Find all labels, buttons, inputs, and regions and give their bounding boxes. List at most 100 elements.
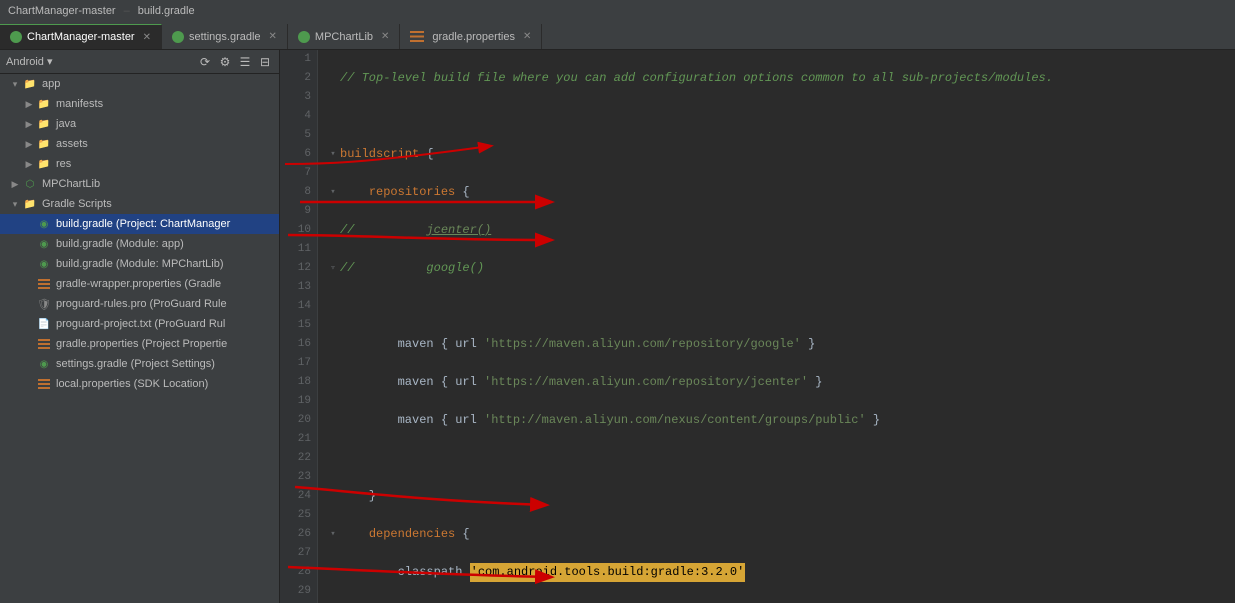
tab-chartmanager-label: ChartManager-master bbox=[27, 31, 135, 43]
sidebar-item-proguard-project[interactable]: 📄 proguard-project.txt (ProGuard Rul bbox=[0, 314, 279, 334]
sidebar-item-manifests[interactable]: ▶ 📁 manifests bbox=[0, 94, 279, 114]
code-line-2 bbox=[326, 107, 1235, 126]
collapse-arrow: ▾ bbox=[8, 199, 22, 210]
tab-mpchartlib[interactable]: MPChartLib ✕ bbox=[288, 24, 400, 49]
line-numbers: 12345 678910 1112131415 1617181920 21222… bbox=[280, 50, 318, 603]
sidebar-item-label: res bbox=[56, 158, 71, 170]
code-line-6: ▿// google() bbox=[326, 259, 1235, 278]
code-line-11 bbox=[326, 449, 1235, 468]
collapse-arrow: ▶ bbox=[22, 99, 36, 110]
settings-gradle-icon bbox=[172, 31, 184, 43]
tab-mpchartlib-label: MPChartLib bbox=[315, 31, 373, 43]
sidebar: Android ▾ ⟳ ⚙ ☰ ⊟ ▾ 📁 app ▶ 📁 manifests … bbox=[0, 50, 280, 603]
code-line-4: ▾ repositories { bbox=[326, 183, 1235, 202]
tab-bar: ChartManager-master ✕ settings.gradle ✕ … bbox=[0, 22, 1235, 50]
code-line-13: ▾ dependencies { bbox=[326, 525, 1235, 544]
title-project: ChartManager-master bbox=[8, 5, 116, 17]
sidebar-item-build-gradle-mp[interactable]: ◉ build.gradle (Module: MPChartLib) bbox=[0, 254, 279, 274]
gradle-icon bbox=[10, 31, 22, 43]
main-area: Android ▾ ⟳ ⚙ ☰ ⊟ ▾ 📁 app ▶ 📁 manifests … bbox=[0, 50, 1235, 603]
properties-icon bbox=[36, 277, 52, 291]
properties-icon bbox=[36, 377, 52, 391]
sidebar-item-gradle-scripts[interactable]: ▾ 📁 Gradle Scripts bbox=[0, 194, 279, 214]
sidebar-item-mpchartlib[interactable]: ▶ ⬡ MPChartLib bbox=[0, 174, 279, 194]
code-line-8: maven { url 'https://maven.aliyun.com/re… bbox=[326, 335, 1235, 354]
gradle-file-icon: ◉ bbox=[36, 357, 52, 371]
code-line-7 bbox=[326, 297, 1235, 316]
fold-3[interactable]: ▾ bbox=[326, 145, 340, 164]
sidebar-item-label: assets bbox=[56, 138, 88, 150]
tab-close-icon[interactable]: ✕ bbox=[143, 32, 151, 43]
sidebar-item-label: manifests bbox=[56, 98, 103, 110]
collapse-arrow: ▶ bbox=[22, 139, 36, 150]
fold-4[interactable]: ▾ bbox=[326, 183, 340, 202]
tab-close-icon[interactable]: ✕ bbox=[523, 31, 531, 42]
tab-close-icon[interactable]: ✕ bbox=[269, 31, 277, 42]
code-editor[interactable]: // Top-level build file where you can ad… bbox=[318, 50, 1235, 603]
sidebar-item-gradle-properties[interactable]: gradle.properties (Project Propertie bbox=[0, 334, 279, 354]
sidebar-item-label: MPChartLib bbox=[42, 178, 100, 190]
sidebar-item-label: app bbox=[42, 78, 60, 90]
sidebar-item-local-properties[interactable]: local.properties (SDK Location) bbox=[0, 374, 279, 394]
folder-icon: 📁 bbox=[36, 157, 52, 171]
sidebar-item-app[interactable]: ▾ 📁 app bbox=[0, 74, 279, 94]
tab-close-icon[interactable]: ✕ bbox=[381, 31, 389, 42]
sidebar-item-proguard-rules[interactable]: 🛡 proguard-rules.pro (ProGuard Rule bbox=[0, 294, 279, 314]
code-line-12: } bbox=[326, 487, 1235, 506]
title-bar: ChartManager-master – build.gradle bbox=[0, 0, 1235, 22]
sidebar-item-build-gradle-app[interactable]: ◉ build.gradle (Module: app) bbox=[0, 234, 279, 254]
code-line-1: // Top-level build file where you can ad… bbox=[326, 69, 1235, 88]
filter-icon[interactable]: ☰ bbox=[237, 54, 253, 70]
code-line-5: // jcenter() bbox=[326, 221, 1235, 240]
properties-file-icon bbox=[410, 31, 424, 42]
properties-icon bbox=[36, 337, 52, 351]
sidebar-item-label: build.gradle (Module: MPChartLib) bbox=[56, 258, 224, 270]
folder-icon: 📁 bbox=[36, 117, 52, 131]
sidebar-item-res[interactable]: ▶ 📁 res bbox=[0, 154, 279, 174]
gradle-file-icon: ◉ bbox=[36, 237, 52, 251]
sidebar-toolbar: Android ▾ ⟳ ⚙ ☰ ⊟ bbox=[0, 50, 279, 74]
tab-gradle-properties[interactable]: gradle.properties ✕ bbox=[400, 24, 542, 49]
gradle-file-icon: ◉ bbox=[36, 257, 52, 271]
collapse-arrow: ▾ bbox=[8, 79, 22, 90]
collapse-arrow: ▶ bbox=[22, 159, 36, 170]
android-dropdown[interactable]: Android ▾ bbox=[6, 55, 53, 68]
fold-13[interactable]: ▾ bbox=[326, 525, 340, 544]
sidebar-item-label: gradle.properties (Project Propertie bbox=[56, 338, 227, 350]
collapse-arrow: ▶ bbox=[8, 179, 22, 190]
mpchartlib-icon bbox=[298, 31, 310, 43]
settings-icon[interactable]: ⚙ bbox=[217, 54, 233, 70]
sidebar-item-assets[interactable]: ▶ 📁 assets bbox=[0, 134, 279, 154]
module-icon: ⬡ bbox=[22, 177, 38, 191]
sidebar-item-settings-gradle[interactable]: ◉ settings.gradle (Project Settings) bbox=[0, 354, 279, 374]
tab-chartmanager[interactable]: ChartManager-master ✕ bbox=[0, 24, 162, 49]
folder-icon: 📁 bbox=[36, 137, 52, 151]
sidebar-item-label: Gradle Scripts bbox=[42, 198, 112, 210]
folder-icon: 📁 bbox=[22, 197, 38, 211]
folder-icon: 📁 bbox=[22, 77, 38, 91]
title-file: build.gradle bbox=[138, 5, 195, 17]
gradle-file-icon: ◉ bbox=[36, 217, 52, 231]
sidebar-item-label: proguard-rules.pro (ProGuard Rule bbox=[56, 298, 227, 310]
sidebar-item-label: java bbox=[56, 118, 76, 130]
sidebar-item-build-gradle-project[interactable]: ◉ build.gradle (Project: ChartManager bbox=[0, 214, 279, 234]
proguard-icon: 🛡 bbox=[36, 297, 52, 311]
sidebar-item-label: build.gradle (Module: app) bbox=[56, 238, 184, 250]
sync-icon[interactable]: ⟳ bbox=[197, 54, 213, 70]
code-line-10: maven { url 'http://maven.aliyun.com/nex… bbox=[326, 411, 1235, 430]
sidebar-item-java[interactable]: ▶ 📁 java bbox=[0, 114, 279, 134]
expand-icon[interactable]: ⊟ bbox=[257, 54, 273, 70]
editor-area: 12345 678910 1112131415 1617181920 21222… bbox=[280, 50, 1235, 603]
sidebar-item-label: local.properties (SDK Location) bbox=[56, 378, 208, 390]
tab-settings[interactable]: settings.gradle ✕ bbox=[162, 24, 288, 49]
fold-6[interactable]: ▿ bbox=[326, 259, 340, 278]
code-line-9: maven { url 'https://maven.aliyun.com/re… bbox=[326, 373, 1235, 392]
tab-settings-label: settings.gradle bbox=[189, 31, 261, 43]
code-line-14: classpath 'com.android.tools.build:gradl… bbox=[326, 563, 1235, 582]
txt-file-icon: 📄 bbox=[36, 317, 52, 331]
sidebar-item-label: gradle-wrapper.properties (Gradle bbox=[56, 278, 221, 290]
sidebar-item-label: settings.gradle (Project Settings) bbox=[56, 358, 215, 370]
sidebar-item-gradle-wrapper[interactable]: gradle-wrapper.properties (Gradle bbox=[0, 274, 279, 294]
collapse-arrow: ▶ bbox=[22, 119, 36, 130]
code-line-3: ▾buildscript { bbox=[326, 145, 1235, 164]
